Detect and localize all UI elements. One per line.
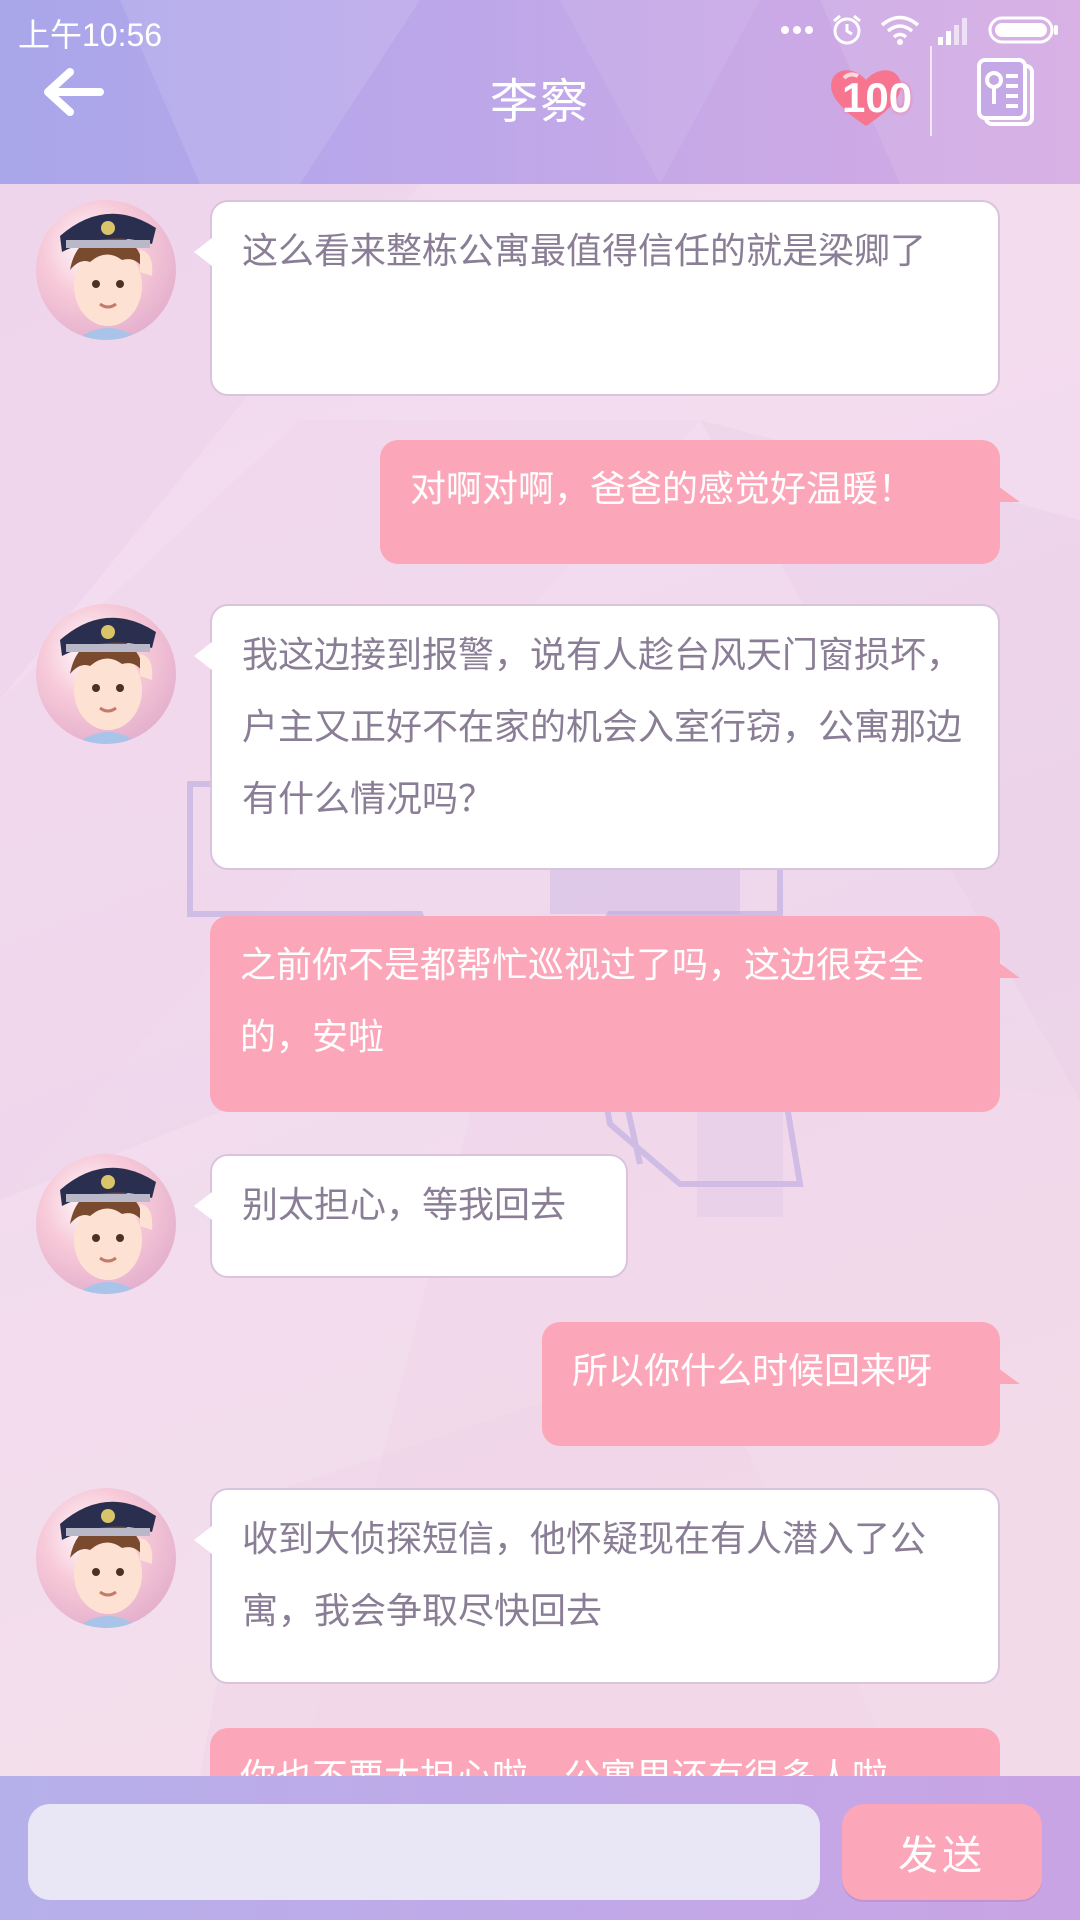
status-time: 上午10:56	[18, 17, 163, 53]
message-text: 我这边接到报警，说有人趁台风天门窗损坏，户主又正好不在家的机会入室行窃，公寓那边…	[242, 635, 963, 820]
incoming-message-bubble[interactable]: 别太担心，等我回去	[194, 1154, 628, 1278]
avatar[interactable]	[36, 1154, 176, 1294]
incoming-message-bubble[interactable]: 这么看来整栋公寓最值得信任的就是梁卿了	[194, 200, 1000, 396]
contact-card-icon[interactable]	[976, 58, 1040, 128]
message-text: 收到大侦探短信，他怀疑现在有人潜入了公寓，我会争取尽快回去	[242, 1519, 927, 1632]
avatar[interactable]	[36, 604, 176, 744]
alarm-icon	[833, 14, 861, 45]
chat-area[interactable]: 这么看来整栋公寓最值得信任的就是梁卿了 对啊对啊，爸爸的感觉好温暖！ 我这边接到…	[0, 184, 1080, 1776]
message-text: 所以你什么时候回来呀	[572, 1351, 933, 1392]
battery-icon	[988, 16, 1058, 44]
police-avatar-icon	[60, 617, 156, 744]
send-button[interactable]: 发送	[842, 1804, 1042, 1900]
police-avatar-icon	[60, 1501, 156, 1628]
wifi-icon	[880, 15, 920, 45]
affection-count: 100	[842, 74, 913, 121]
signal-icon	[938, 18, 967, 45]
more-dots-icon	[781, 26, 813, 34]
outgoing-message-bubble[interactable]: 对啊对啊，爸爸的感觉好温暖！	[380, 440, 1020, 564]
incoming-message-bubble[interactable]: 我这边接到报警，说有人趁台风天门窗损坏，户主又正好不在家的机会入室行窃，公寓那边…	[194, 604, 1000, 870]
header-divider	[930, 46, 932, 136]
incoming-message-bubble[interactable]: 收到大侦探短信，他怀疑现在有人潜入了公寓，我会争取尽快回去	[194, 1488, 1000, 1684]
message-text: 别太担心，等我回去	[242, 1185, 567, 1226]
message-input[interactable]	[28, 1804, 820, 1900]
police-avatar-icon	[60, 213, 156, 340]
input-bar: 发送	[0, 1776, 1080, 1920]
message-text: 之前你不是都帮忙巡视过了吗，这边很安全的，安啦	[240, 945, 925, 1058]
status-icons	[780, 12, 1060, 48]
outgoing-message-bubble[interactable]: 所以你什么时候回来呀	[542, 1322, 1020, 1446]
message-text: 你也不要太担心啦，公寓里还有很多人啦	[240, 1757, 888, 1776]
avatar[interactable]	[36, 1488, 176, 1628]
app-header: 上午10:56 李察 100	[0, 0, 1080, 184]
message-text: 这么看来整栋公寓最值得信任的就是梁卿了	[242, 231, 927, 272]
outgoing-message-bubble[interactable]: 你也不要太担心啦，公寓里还有很多人啦	[210, 1728, 1020, 1776]
police-avatar-icon	[60, 1167, 156, 1294]
message-text: 对啊对啊，爸爸的感觉好温暖！	[410, 469, 915, 510]
avatar[interactable]	[36, 200, 176, 340]
outgoing-message-bubble[interactable]: 之前你不是都帮忙巡视过了吗，这边很安全的，安啦	[210, 916, 1020, 1112]
